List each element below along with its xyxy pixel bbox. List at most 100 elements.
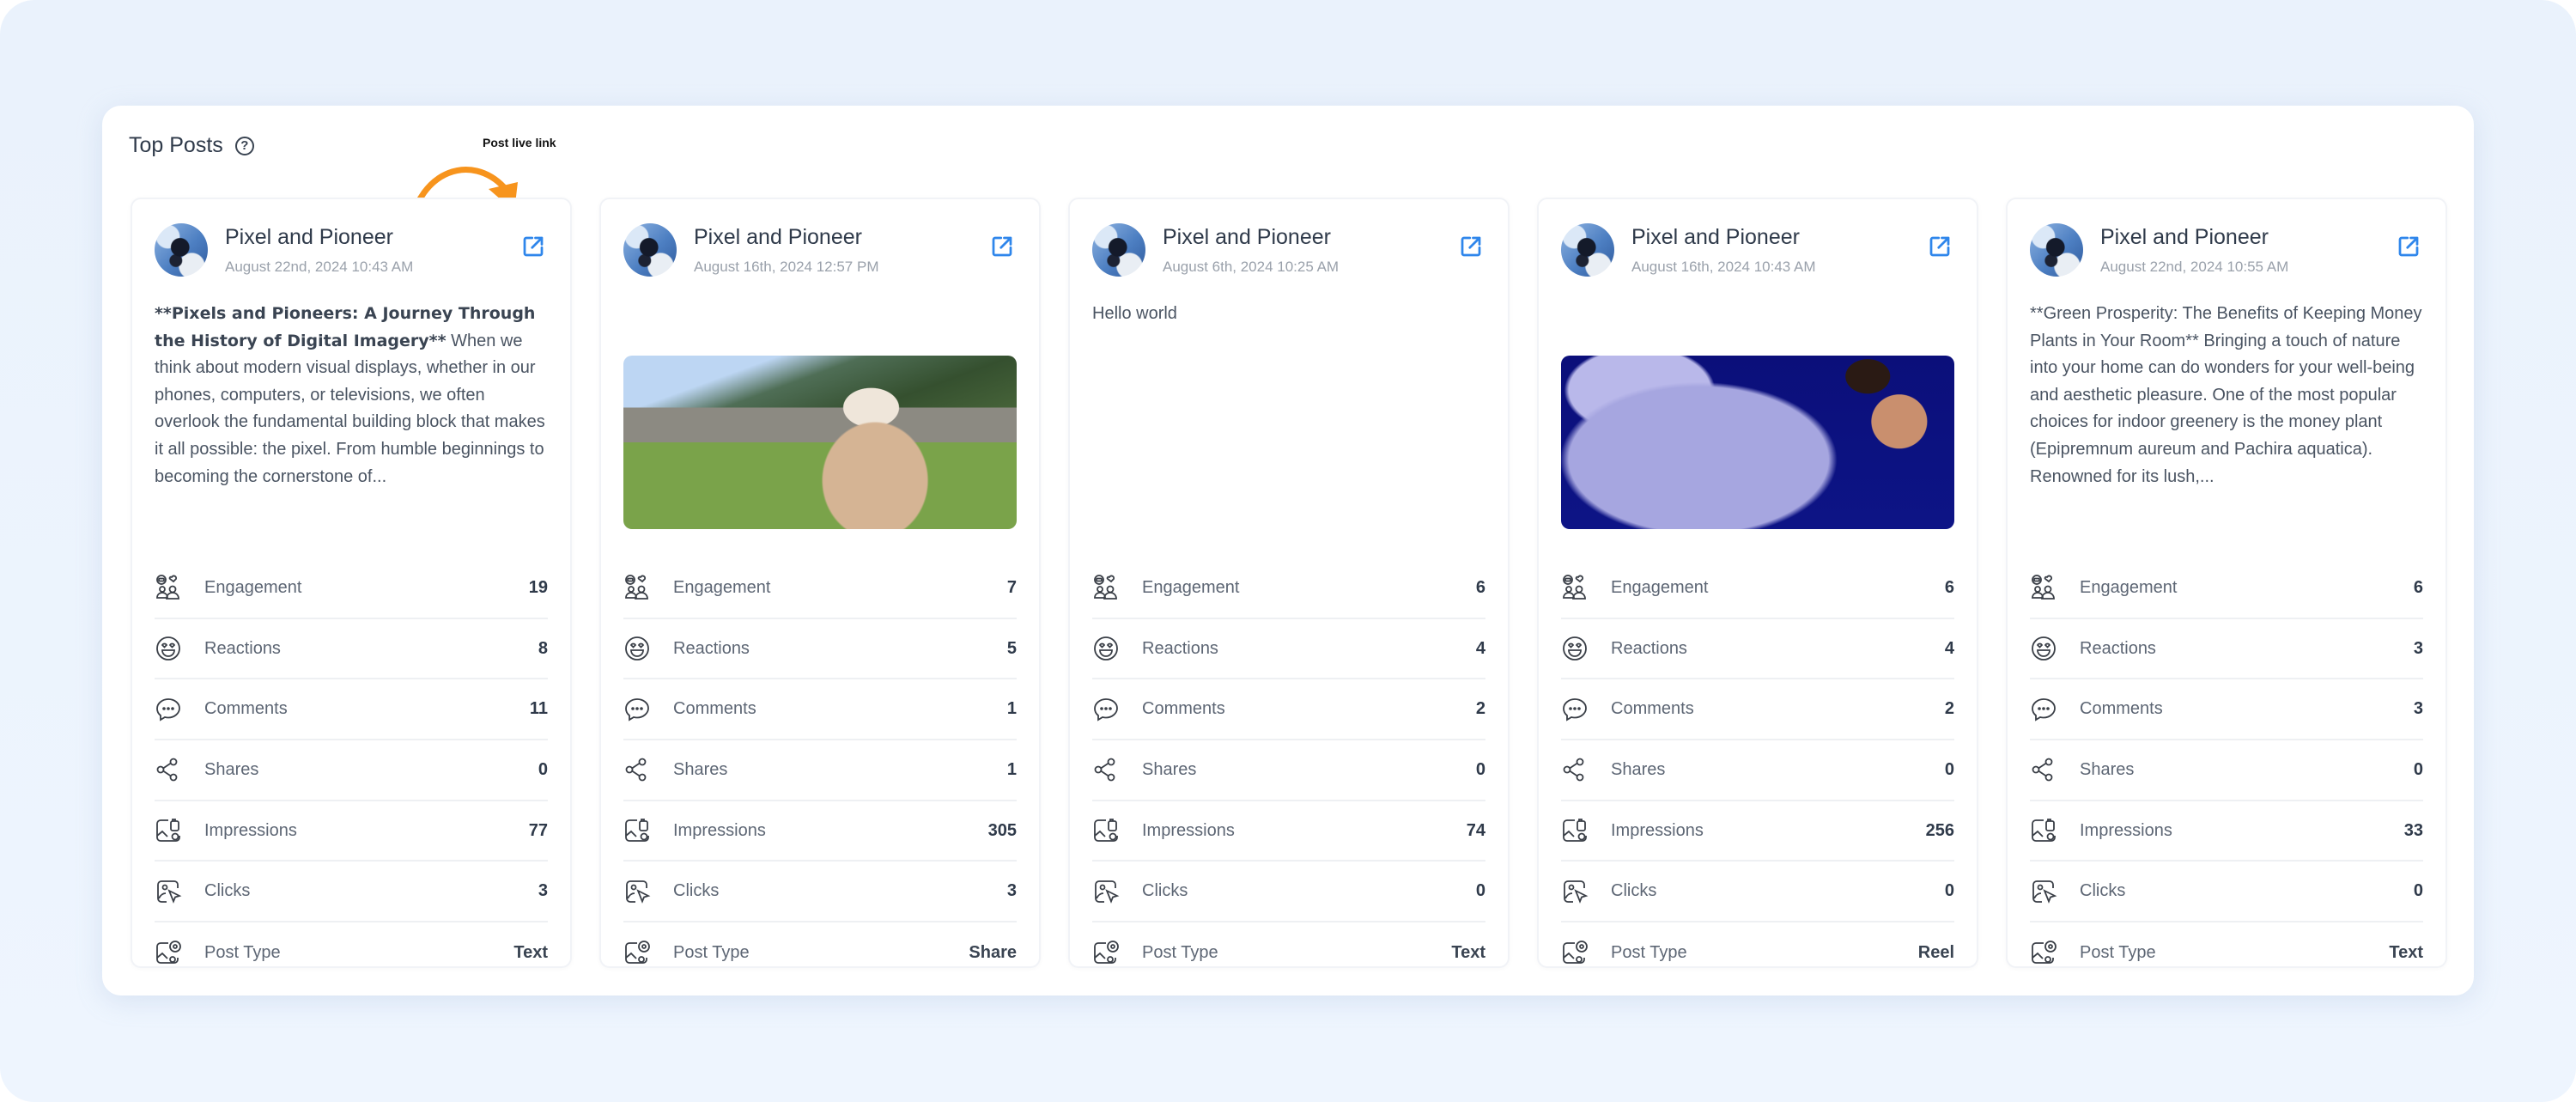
comment-bubble-icon [1563, 697, 1587, 721]
avatar[interactable] [2030, 223, 2083, 277]
metric-value: Text [513, 942, 548, 962]
metric-shares: Shares 0 [2030, 740, 2423, 801]
post-text-body: **Green Prosperity: The Benefits of Keep… [2030, 304, 2422, 486]
reaction-emoji-icon [1094, 636, 1118, 661]
external-link-icon[interactable] [2396, 234, 2421, 259]
author-name[interactable]: Pixel and Pioneer [1163, 225, 1331, 250]
metric-value: 6 [2413, 577, 2423, 597]
author-name[interactable]: Pixel and Pioneer [225, 225, 393, 250]
post-text: **Green Prosperity: The Benefits of Keep… [2030, 301, 2423, 490]
engagement-icon [1094, 575, 1117, 600]
metric-value: 3 [2413, 699, 2423, 719]
metric-shares: Shares 0 [1561, 740, 1954, 801]
comment-bubble-icon [1094, 697, 1118, 721]
metric-engagement: Engagement 19 [155, 558, 548, 619]
post-text: **Pixels and Pioneers: A Journey Through… [155, 301, 548, 490]
metric-impressions: Impressions 305 [623, 801, 1017, 862]
post-card: Pixel and Pioneer August 22nd, 2024 10:5… [2006, 198, 2447, 968]
share-icon [2032, 758, 2053, 782]
metric-value: Text [1451, 942, 1485, 962]
author-name[interactable]: Pixel and Pioneer [694, 225, 862, 250]
post-card: Pixel and Pioneer August 16th, 2024 12:5… [599, 198, 1041, 968]
metric-label: Reactions [204, 638, 281, 658]
post-metrics: Engagement 7 Reactions 5 Comments 1 Shar… [623, 558, 1017, 983]
metric-value: 1 [1006, 759, 1017, 779]
metric-value: 77 [528, 820, 548, 840]
metric-label: Comments [673, 699, 756, 719]
click-cursor-icon [1095, 880, 1120, 904]
goat-in-meadow-photo[interactable] [623, 356, 1017, 529]
engagement-icon [2032, 575, 2055, 600]
comment-bubble-icon [625, 697, 649, 721]
metric-post-type: Post Type Share [623, 922, 1017, 983]
reaction-emoji-icon [1563, 636, 1587, 661]
post-metrics: Engagement 6 Reactions 4 Comments 2 Shar… [1092, 558, 1485, 983]
post-date: August 16th, 2024 12:57 PM [694, 259, 879, 275]
metric-value: 33 [2403, 820, 2423, 840]
post-date: August 22nd, 2024 10:55 AM [2100, 259, 2289, 275]
click-cursor-icon [626, 880, 651, 904]
avatar[interactable] [1092, 223, 1145, 277]
metric-clicks: Clicks 3 [155, 862, 548, 923]
post-text: Hello world [1092, 301, 1485, 328]
panel-header: Top Posts ? [129, 133, 254, 158]
metric-impressions: Impressions 33 [2030, 801, 2423, 862]
metric-reactions: Reactions 3 [2030, 619, 2423, 680]
metric-clicks: Clicks 0 [1561, 862, 1954, 923]
external-link-icon[interactable] [1458, 234, 1484, 259]
click-cursor-icon [2032, 880, 2057, 904]
post-type-icon [1094, 941, 1119, 965]
impressions-icon [156, 819, 180, 842]
metric-value: 2 [1944, 699, 1954, 719]
author-name[interactable]: Pixel and Pioneer [2100, 225, 2269, 250]
metric-label: Clicks [204, 881, 251, 901]
metric-value: 5 [1006, 638, 1017, 658]
external-link-icon[interactable] [1927, 234, 1953, 259]
post-header: Pixel and Pioneer August 22nd, 2024 10:4… [155, 223, 548, 278]
share-icon [625, 758, 647, 782]
metric-engagement: Engagement 6 [1561, 558, 1954, 619]
metric-value: 3 [2413, 638, 2423, 658]
avatar[interactable] [623, 223, 677, 277]
post-card: Pixel and Pioneer August 22nd, 2024 10:4… [131, 198, 572, 968]
metric-reactions: Reactions 4 [1092, 619, 1485, 680]
metric-label: Post Type [204, 942, 281, 962]
metric-value: 8 [538, 638, 548, 658]
external-link-icon[interactable] [520, 234, 546, 259]
metric-label: Reactions [673, 638, 750, 658]
metric-post-type: Post Type Text [2030, 922, 2423, 983]
click-cursor-icon [157, 880, 182, 904]
impressions-icon [625, 819, 649, 842]
external-link-icon[interactable] [989, 234, 1015, 259]
post-metrics: Engagement 6 Reactions 3 Comments 3 Shar… [2030, 558, 2423, 983]
post-header: Pixel and Pioneer August 16th, 2024 12:5… [623, 223, 1017, 278]
metric-value: Text [2389, 942, 2423, 962]
metric-value: 4 [1475, 638, 1485, 658]
question-circle-icon[interactable]: ? [234, 136, 254, 155]
avatar[interactable] [155, 223, 208, 277]
metric-value: 2 [1475, 699, 1485, 719]
metric-engagement: Engagement 6 [1092, 558, 1485, 619]
panel-title: Top Posts [129, 133, 223, 157]
metric-value: 0 [1944, 759, 1954, 779]
metric-clicks: Clicks 0 [1092, 862, 1485, 923]
metric-post-type: Post Type Text [1092, 922, 1485, 983]
metric-value: 6 [1944, 577, 1954, 597]
post-type-icon [156, 941, 181, 965]
figure-skater-photo[interactable] [1561, 356, 1954, 529]
metric-label: Shares [673, 759, 728, 779]
avatar[interactable] [1561, 223, 1614, 277]
metric-impressions: Impressions 256 [1561, 801, 1954, 862]
metric-label: Shares [2080, 759, 2135, 779]
metric-label: Engagement [204, 577, 302, 597]
metric-value: Share [969, 942, 1017, 962]
author-name[interactable]: Pixel and Pioneer [1631, 225, 1800, 250]
metric-value: 7 [1006, 577, 1017, 597]
comment-bubble-icon [156, 697, 180, 721]
metric-label: Impressions [673, 820, 766, 840]
post-type-icon [2032, 941, 2057, 965]
posts-list: Pixel and Pioneer August 22nd, 2024 10:4… [131, 198, 2447, 968]
metric-label: Post Type [1142, 942, 1218, 962]
metric-value: 19 [528, 577, 548, 597]
impressions-icon [2032, 819, 2056, 842]
